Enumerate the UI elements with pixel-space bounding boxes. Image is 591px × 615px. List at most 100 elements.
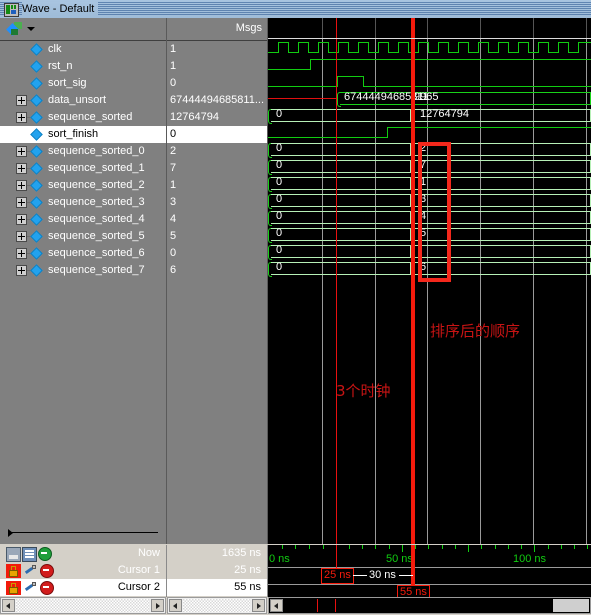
scroll-left-icon[interactable] — [270, 599, 283, 612]
signal-row-sequence-sorted-0[interactable]: sequence_sorted_0 — [0, 143, 166, 160]
waveform-canvas[interactable]: 67444494685811 9965 0 12764794 020701030… — [268, 39, 591, 544]
status-value: 55 ns — [234, 581, 261, 593]
add-cursor-icon[interactable] — [38, 547, 52, 561]
bus-initial-value: 0 — [276, 176, 283, 188]
status-value: 1635 ns — [221, 547, 261, 559]
bus-initial-value: 0 — [276, 227, 283, 239]
signal-name-pane[interactable]: clk rst_n sort_sig data_unsort sequence_sort… — [0, 18, 167, 544]
time-label-50: 50 ns — [386, 553, 413, 565]
scroll-track[interactable] — [183, 599, 251, 612]
signal-name: sequence_sorted_4 — [48, 213, 145, 225]
signal-icon — [30, 128, 43, 141]
names-pane-scrollbar[interactable] — [0, 597, 166, 614]
expand-icon[interactable] — [16, 180, 27, 191]
signal-name: sort_finish — [48, 128, 99, 140]
cursor-1-marker-top[interactable] — [336, 18, 337, 38]
expand-icon[interactable] — [16, 214, 27, 225]
signal-name: sequence_sorted_5 — [48, 230, 145, 242]
status-row-cursor1[interactable]: Cursor 1 — [0, 562, 166, 579]
signal-row-rst-n[interactable]: rst_n — [0, 58, 166, 75]
cursor-1-line[interactable] — [336, 39, 337, 544]
scroll-left-icon[interactable] — [169, 599, 182, 612]
cursor-2-marker-top[interactable] — [411, 18, 415, 38]
expand-icon[interactable] — [16, 265, 27, 276]
save-icon[interactable] — [6, 547, 21, 562]
signal-name: sequence_sorted_7 — [48, 264, 145, 276]
signal-row-data-unsort[interactable]: data_unsort — [0, 92, 166, 109]
signal-value: 4 — [170, 213, 177, 225]
signal-name: sequence_sorted_1 — [48, 162, 145, 174]
lock-icon[interactable] — [6, 564, 21, 578]
signal-value-row: 1 — [167, 41, 267, 58]
wrench-icon[interactable] — [24, 581, 37, 594]
signal-icon — [30, 196, 43, 209]
signal-name: sort_sig — [48, 77, 87, 89]
status-row-now[interactable]: Now — [0, 545, 166, 562]
status-area: Now Cursor 1 Cursor 2 1635 ns 25 ns 55 n… — [0, 545, 591, 601]
status-label: Now — [137, 547, 160, 559]
signal-value-row: 0 — [167, 75, 267, 92]
expand-icon[interactable] — [16, 112, 27, 123]
bus-value-sequence-sorted-initial: 0 — [276, 108, 283, 120]
expand-icon[interactable] — [16, 95, 27, 106]
signal-icon — [30, 111, 43, 124]
expand-icon[interactable] — [16, 197, 27, 208]
time-ruler-pane[interactable]: 0 ns 50 ns 100 ns 25 ns 30 ns 55 ns — [268, 545, 591, 601]
scroll-right-icon[interactable] — [252, 599, 265, 612]
signal-row-sequence-sorted-1[interactable]: sequence_sorted_1 — [0, 160, 166, 177]
cursor-2-line[interactable] — [411, 39, 415, 544]
signal-value: 12764794 — [170, 111, 219, 123]
wrench-icon[interactable] — [24, 564, 37, 577]
cursor-1-ruler-line[interactable] — [336, 545, 337, 569]
chevron-down-icon[interactable] — [27, 27, 35, 31]
signal-icon — [30, 179, 43, 192]
signal-value-row: 0 — [167, 126, 267, 143]
signal-icon — [30, 145, 43, 158]
values-pane-scrollbar[interactable] — [167, 597, 267, 614]
list-resize-handle[interactable] — [8, 529, 158, 537]
annotation-box-sorted-values — [418, 142, 451, 282]
note-icon[interactable] — [22, 547, 37, 562]
signal-row-sequence-sorted-6[interactable]: sequence_sorted_6 — [0, 245, 166, 262]
time-label-0: 0 ns — [269, 553, 290, 565]
scroll-right-icon[interactable] — [151, 599, 164, 612]
cursor-delta-tag: 30 ns — [367, 569, 398, 582]
status-row-cursor2[interactable]: Cursor 2 — [0, 579, 166, 596]
waveform-pane[interactable]: 67444494685811 9965 0 12764794 020701030… — [268, 18, 591, 544]
object-color-icon — [6, 22, 23, 36]
cursor-1-time-tag[interactable]: 25 ns — [321, 568, 354, 584]
signal-value-row: 3 — [167, 194, 267, 211]
scroll-thumb[interactable] — [553, 599, 589, 612]
signal-row-sequence-sorted-4[interactable]: sequence_sorted_4 — [0, 211, 166, 228]
signal-row-sequence-sorted-3[interactable]: sequence_sorted_3 — [0, 194, 166, 211]
window-title-bar[interactable]: Wave - Default — [0, 0, 591, 18]
signal-row-sequence-sorted[interactable]: sequence_sorted — [0, 109, 166, 126]
signal-row-sequence-sorted-5[interactable]: sequence_sorted_5 — [0, 228, 166, 245]
status-value: 25 ns — [234, 564, 261, 576]
delete-icon[interactable] — [40, 564, 54, 578]
signal-value: 3 — [170, 196, 177, 208]
signal-row-sequence-sorted-7[interactable]: sequence_sorted_7 — [0, 262, 166, 279]
signal-value: 5 — [170, 230, 177, 242]
scroll-left-icon[interactable] — [2, 599, 15, 612]
expand-icon[interactable] — [16, 248, 27, 259]
signal-value-pane[interactable]: Msgs 1 1 0 67444494685811... 12764794 0 2 7 1 3 4 5… — [167, 18, 268, 544]
expand-icon[interactable] — [16, 231, 27, 242]
expand-icon[interactable] — [16, 163, 27, 174]
expand-icon[interactable] — [16, 146, 27, 157]
status-value-row: 55 ns — [167, 579, 267, 596]
delete-icon[interactable] — [40, 581, 54, 595]
signal-row-sort-finish[interactable]: sort_finish — [0, 126, 166, 143]
signal-value: 0 — [170, 128, 177, 140]
signal-row-clk[interactable]: clk — [0, 41, 166, 58]
signal-value: 6 — [170, 264, 177, 276]
signal-name: data_unsort — [48, 94, 107, 106]
signal-row-sort-sig[interactable]: sort_sig — [0, 75, 166, 92]
value-pane-header: Msgs — [167, 18, 267, 41]
waveform-pane-scrollbar[interactable] — [268, 597, 591, 614]
signal-row-sequence-sorted-2[interactable]: sequence_sorted_2 — [0, 177, 166, 194]
cursor-2-ruler-line[interactable] — [411, 545, 415, 585]
lock-icon[interactable] — [6, 581, 21, 595]
signal-name: clk — [48, 43, 62, 55]
scroll-track[interactable] — [16, 599, 150, 612]
